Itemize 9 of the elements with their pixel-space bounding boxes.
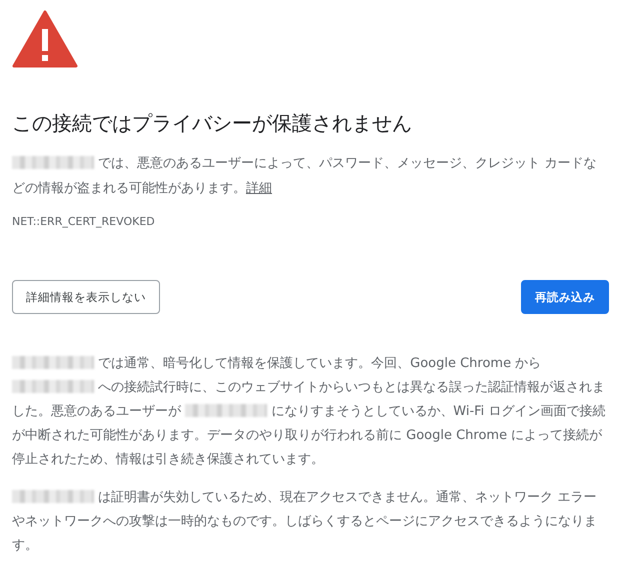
details-paragraph: では通常、暗号化して情報を保護しています。今回、Google Chrome から への接続試行時に、このウェブサイトからいつもとは異なる誤った認証情報が返されました。悪意のあるユーザーが になりすまそうとしているか、Wi-Fi ログイン画面で接続が中断された可能性があります。データのやり取りが行われる前に Google Chrome によって接続が停止されたため、情報は引き続き保護されています。 <box>12 355 606 469</box>
error-code: NET::ERR_CERT_REVOKED <box>12 215 156 228</box>
details-link[interactable]: 詳細 <box>246 181 272 196</box>
reload-button[interactable]: 再読み込み <box>521 280 609 314</box>
hide-details-button[interactable]: 詳細情報を表示しない <box>12 280 160 314</box>
details-paragraph: は証明書が失効しているため、現在アクセスできません。通常、ネットワーク エラーやネットワークへの攻撃は一時的なものです。しばらくするとページにアクセスできるようになります。 <box>12 489 598 555</box>
warning-paragraph: では、悪意のあるユーザーによって、パスワード、メッセージ、クレジット カードなどの情報が盗まれる可能性があります。詳細 <box>12 155 598 198</box>
page-title: この接続ではプライバシーが保護されません <box>12 110 413 137</box>
warning-icon <box>12 10 78 68</box>
